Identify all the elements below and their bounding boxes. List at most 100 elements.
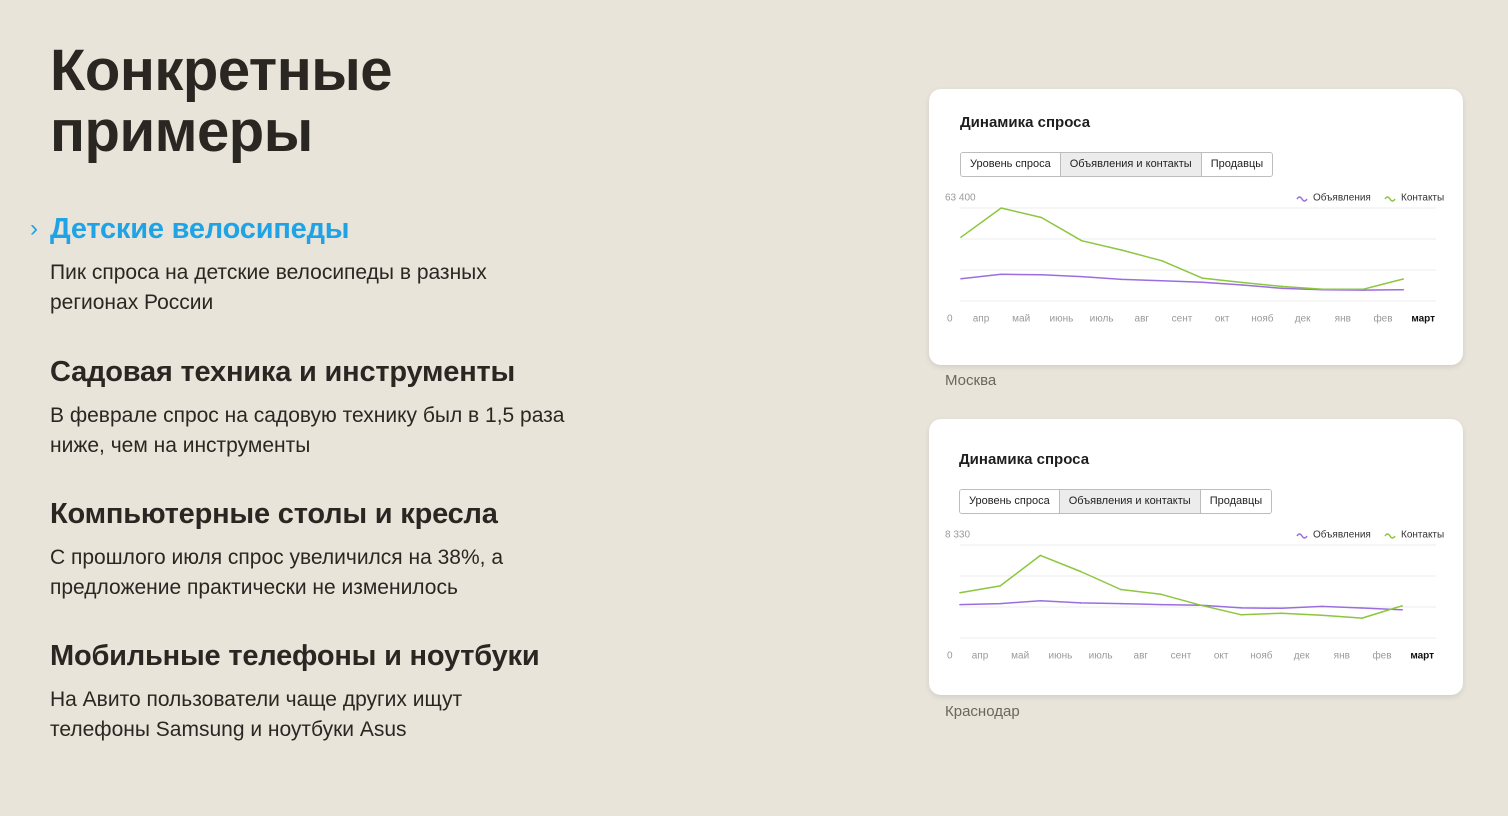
y-tick-label: 0 — [947, 314, 953, 325]
topic-description: В феврале спрос на садовую технику был в… — [50, 404, 565, 457]
x-tick-label: апр — [973, 314, 990, 325]
topic-description: На Авито пользователи чаще других ищут т… — [50, 688, 463, 741]
legend-label: Объявления — [1313, 192, 1371, 204]
data-point — [1079, 602, 1082, 604]
x-tick-label: дек — [1294, 651, 1310, 662]
data-point — [1039, 599, 1042, 602]
data-point — [1201, 281, 1203, 284]
legend-swatch — [1384, 196, 1396, 202]
city-label: Краснодар — [945, 703, 1020, 720]
data-point — [1200, 604, 1202, 607]
data-point — [1120, 588, 1122, 591]
data-point — [1241, 284, 1244, 286]
data-point — [999, 585, 1001, 587]
x-tick-label: дек — [1295, 314, 1311, 325]
data-point — [1079, 570, 1082, 573]
legend-label: Объявления — [1313, 529, 1371, 541]
data-point — [1201, 277, 1203, 279]
data-point — [1280, 607, 1283, 610]
data-point — [1281, 287, 1284, 290]
data-point — [1401, 608, 1403, 611]
data-point — [1361, 617, 1363, 619]
y-tick-label: 63 400 — [945, 193, 976, 204]
data-point — [959, 591, 961, 594]
x-tick-label: сент — [1172, 314, 1193, 325]
series-line — [959, 599, 1403, 611]
city-label: Москва — [945, 372, 997, 389]
data-point — [1000, 273, 1002, 276]
y-tick-label: 0 — [947, 651, 953, 662]
demand-card-krasnodar: Динамика спроса Уровень спроса Объявлени… — [929, 419, 1463, 695]
x-tick-label: авг — [1134, 651, 1149, 662]
data-point — [1280, 612, 1283, 615]
data-point — [1080, 275, 1083, 278]
topic-computer-desks[interactable]: Компьютерные столы и кресла С прошлого и… — [50, 497, 630, 603]
data-point — [999, 602, 1001, 605]
x-tick-label: июль — [1090, 314, 1114, 325]
x-tick-label: апр — [972, 651, 989, 662]
x-tick-label: янв — [1334, 651, 1350, 662]
data-point — [1401, 605, 1403, 607]
data-point — [1121, 249, 1123, 251]
x-tick-label: июнь — [1049, 314, 1073, 325]
legend-label: Контакты — [1401, 530, 1444, 541]
topic-heading[interactable]: Детские велосипеды — [50, 212, 630, 246]
x-tick-label: март — [1411, 314, 1435, 325]
data-point — [1402, 278, 1404, 280]
topic-heading[interactable]: Садовая техника и инструменты — [50, 355, 630, 389]
x-tick-label: фев — [1373, 313, 1392, 325]
data-point — [1402, 288, 1404, 291]
demand-card-moscow: Динамика спроса Уровень спроса Объявлени… — [929, 89, 1463, 365]
topic-heading[interactable]: Компьютерные столы и кресла — [50, 497, 630, 531]
chevron-right-icon: › — [30, 215, 38, 242]
data-point — [1362, 288, 1364, 291]
y-tick-label: 8 330 — [945, 530, 970, 541]
x-tick-label: июнь — [1048, 651, 1072, 662]
legend-swatch — [1296, 533, 1308, 539]
demand-chart-krasnodar: 8 330 0 апр май июнь июль авг сент окт нояб дек янв… — [945, 529, 1444, 662]
x-tick-label: май — [1011, 651, 1029, 662]
data-point — [1121, 278, 1123, 281]
data-point — [1321, 614, 1323, 617]
data-point — [1120, 602, 1122, 605]
x-tick-label: нояб — [1251, 313, 1273, 325]
data-point — [1080, 239, 1083, 242]
data-point — [1322, 288, 1324, 291]
page-title: Конкретные примеры — [50, 38, 393, 164]
x-tick-label: нояб — [1250, 650, 1272, 662]
x-tick-label: окт — [1214, 651, 1229, 662]
data-point — [1321, 605, 1323, 608]
x-tick-label: май — [1012, 314, 1030, 325]
series-line — [960, 207, 1404, 291]
series-line — [959, 554, 1403, 619]
topic-phones-laptops[interactable]: Мобильные телефоны и ноутбуки На Авито п… — [50, 639, 630, 745]
topic-description: С прошлого июля спрос увеличился на 38%,… — [50, 546, 504, 599]
x-tick-label: фев — [1372, 650, 1391, 662]
topic-kids-bicycles[interactable]: › Детские велосипеды Пик спроса на детск… — [30, 212, 630, 318]
demand-chart-moscow: 63 400 0 апр май июнь июль авг сент окт нояб дек ян… — [945, 192, 1444, 325]
data-point — [1241, 281, 1244, 284]
x-tick-label: окт — [1215, 314, 1230, 325]
topic-garden-tools[interactable]: Садовая техника и инструменты В феврале … — [50, 355, 630, 461]
data-point — [959, 603, 961, 606]
data-point — [1361, 607, 1363, 609]
data-point — [960, 277, 962, 280]
series-line — [960, 273, 1404, 291]
data-point — [1161, 260, 1163, 262]
data-point — [1039, 554, 1042, 557]
data-point — [1040, 216, 1043, 219]
data-point — [1000, 207, 1002, 209]
legend-label: Контакты — [1401, 193, 1444, 204]
legend-swatch — [1296, 196, 1308, 202]
data-point — [960, 236, 962, 238]
data-point — [1240, 607, 1243, 609]
topic-heading[interactable]: Мобильные телефоны и ноутбуки — [50, 639, 630, 673]
data-point — [1160, 593, 1162, 596]
topic-description: Пик спроса на детские велосипеды в разны… — [50, 261, 487, 314]
data-point — [1040, 273, 1043, 276]
x-tick-label: янв — [1335, 314, 1351, 325]
data-point — [1161, 279, 1163, 282]
data-point — [1160, 603, 1162, 606]
x-tick-label: авг — [1135, 314, 1150, 325]
data-point — [1240, 613, 1243, 616]
